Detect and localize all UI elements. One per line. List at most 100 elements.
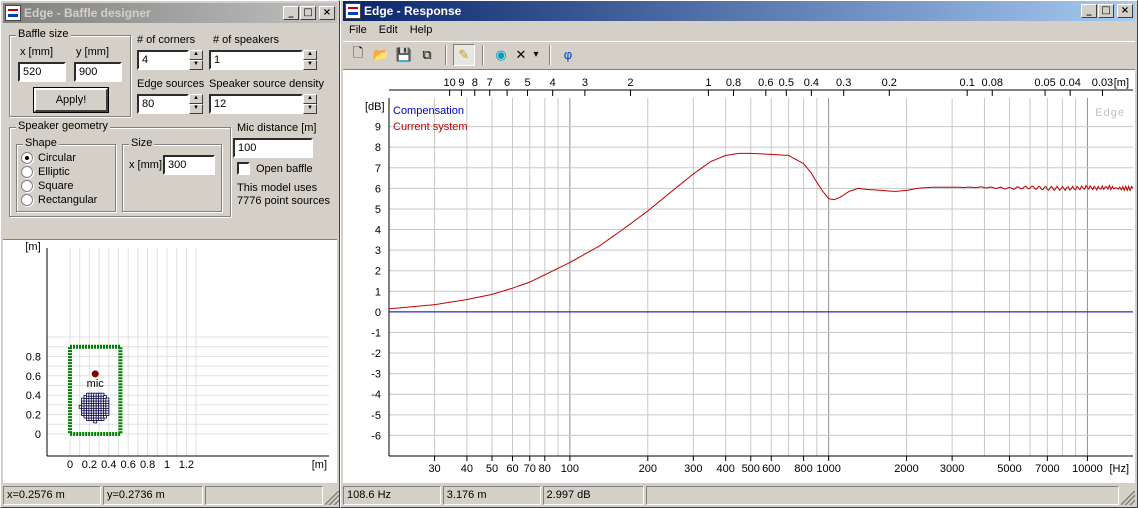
close-button[interactable]: × (1117, 4, 1133, 18)
response-title: Edge - Response (364, 4, 462, 18)
close-button[interactable]: × (319, 6, 335, 20)
copy-icon[interactable]: ⧉ (416, 44, 438, 66)
top-tick-label: 10 (443, 77, 455, 89)
status-x: x=0.2576 m (3, 486, 101, 505)
x-tick-label: 40 (461, 463, 473, 475)
phi-icon[interactable]: φ (557, 44, 579, 66)
speakers-input[interactable]: 1 (209, 50, 303, 70)
top-tick-label: 5 (524, 77, 530, 89)
baffle-plot[interactable]: [m] [m] 0 0.2 0.4 0.6 0.8 1 1.2 0 0.2 0.4 0.6 0.8 mic (3, 240, 337, 484)
x-tick-label: 1 (164, 459, 170, 471)
top-tick-label: 0.2 (882, 77, 897, 89)
x-tick-label: 0.2 (82, 459, 97, 471)
menu-help[interactable]: Help (404, 24, 439, 36)
save-icon[interactable]: 💾 (393, 44, 415, 66)
resize-grip-icon[interactable] (325, 491, 339, 505)
mic-distance-input[interactable]: 100 (233, 138, 313, 158)
spin-down-icon[interactable]: ▼ (189, 104, 203, 114)
status-distance: 3.176 m (442, 486, 541, 505)
globe-icon[interactable]: ◉ (490, 44, 512, 66)
x-tick-label: 400 (716, 463, 734, 475)
status-extra (646, 486, 1120, 505)
top-tick-label: 1 (705, 77, 711, 89)
corners-input[interactable]: 4 (137, 50, 189, 70)
open-icon[interactable]: 📂 (370, 44, 392, 66)
menu-file[interactable]: File (343, 24, 373, 36)
menu-edit[interactable]: Edit (373, 24, 404, 36)
toolbar-separator (482, 44, 484, 65)
maximize-button[interactable]: □ (1098, 4, 1114, 18)
density-input[interactable]: 12 (209, 94, 303, 114)
mic-label: mic (87, 378, 105, 390)
x-tick-label: 80 (539, 463, 551, 475)
response-chart[interactable]: 9876543210-1-2-3-4-5-6[dB]30 40 50 60 70 80 10… (343, 70, 1135, 484)
edge-sources-spinner[interactable]: 80 ▲ ▼ (137, 94, 203, 114)
status-frequency: 108.6 Hz (343, 486, 441, 505)
response-plot-area[interactable]: 9 8 7 6 5 4 3 2 1 0 -1 -2 -3 -4 -5 -6 [dB] 30 40 50 60 70 80 10… (343, 69, 1135, 483)
menubar: File Edit Help (343, 21, 1135, 39)
x-tick-label: 0.4 (101, 459, 116, 471)
shape-square-radio[interactable]: Square (21, 180, 73, 192)
minimize-button[interactable]: _ (1081, 4, 1097, 18)
spin-up-icon[interactable]: ▲ (189, 94, 203, 104)
shape-elliptic-radio[interactable]: Elliptic (21, 166, 70, 178)
top-tick-label: 6 (504, 77, 510, 89)
top-tick-label: 0.08 (982, 77, 1003, 89)
minimize-button[interactable]: _ (283, 6, 299, 20)
y-axis-label: [m] (25, 241, 40, 253)
baffle-y-input[interactable]: 900 (74, 62, 122, 82)
y-tick-label: 9 (375, 122, 381, 134)
maximize-button[interactable]: □ (300, 6, 316, 20)
new-icon[interactable]: 🗋 (347, 44, 369, 66)
open-baffle-checkbox[interactable]: Open baffle (237, 162, 313, 175)
shape-square-label: Square (38, 180, 74, 192)
y-tick-label: -3 (371, 369, 381, 381)
spin-up-icon[interactable]: ▲ (303, 50, 317, 60)
x-tick-label: 0.8 (140, 459, 155, 471)
x-tick-label: 60 (506, 463, 518, 475)
dropdown-icon[interactable]: ▾ (530, 44, 542, 66)
y-tick-label: 0 (375, 307, 381, 319)
top-tick-label: 4 (550, 77, 556, 89)
toolbar-separator (445, 44, 447, 65)
size-x-input[interactable]: 300 (163, 155, 215, 175)
spin-up-icon[interactable]: ▲ (189, 50, 203, 60)
y-tick-label: -5 (371, 410, 381, 422)
top-tick-label: 3 (582, 77, 588, 89)
delete-icon[interactable]: ✕ (513, 44, 529, 66)
response-titlebar[interactable]: Edge - Response _ □ × (343, 1, 1135, 21)
resize-grip-icon[interactable] (1121, 491, 1136, 505)
baffle-size-group: Baffle size x [mm] y [mm] 520 900 Apply! (9, 28, 131, 117)
x-tick-label: 300 (684, 463, 702, 475)
density-spinner[interactable]: 12 ▲ ▼ (209, 94, 317, 114)
legend-entry: Current system (393, 121, 468, 133)
corners-spinner[interactable]: 4 ▲ ▼ (137, 50, 203, 70)
speakers-spinner[interactable]: 1 ▲ ▼ (209, 50, 317, 70)
baffle-x-input[interactable]: 520 (18, 62, 66, 82)
x-tick-label: 3000 (940, 463, 964, 475)
x-tick-label: 50 (486, 463, 498, 475)
shape-rectangular-radio[interactable]: Rectangular (21, 194, 97, 206)
spin-up-icon[interactable]: ▲ (303, 94, 317, 104)
edge-sources-input[interactable]: 80 (137, 94, 189, 114)
top-tick-label: 0.5 (779, 77, 794, 89)
y-tick-label: 2 (375, 266, 381, 278)
radio-off-icon (21, 194, 33, 206)
spin-down-icon[interactable]: ▼ (303, 60, 317, 70)
size-label: Size (129, 137, 155, 149)
y-tick-label: -6 (371, 430, 381, 442)
x-tick-label: 1000 (816, 463, 840, 475)
toolbar-separator (549, 44, 551, 65)
x-axis-label: [m] (312, 459, 327, 471)
spin-down-icon[interactable]: ▼ (189, 60, 203, 70)
shape-circular-radio[interactable]: Circular (21, 152, 76, 164)
y-tick-label: 0.6 (26, 371, 41, 383)
baffle-plot-area[interactable]: [m] [m] 0 0.2 0.4 0.6 0.8 1 1.2 0 0.2 0.4 0.6 0.8 mic (3, 239, 337, 483)
spin-down-icon[interactable]: ▼ (303, 104, 317, 114)
designer-titlebar[interactable]: Edge - Baffle designer _ □ × (3, 3, 337, 23)
shape-circular-label: Circular (38, 152, 76, 164)
apply-button[interactable]: Apply! (34, 88, 108, 112)
x-tick-label: 800 (794, 463, 812, 475)
pen-icon[interactable]: ✎ (453, 43, 475, 66)
speakers-label: # of speakers (213, 34, 280, 46)
